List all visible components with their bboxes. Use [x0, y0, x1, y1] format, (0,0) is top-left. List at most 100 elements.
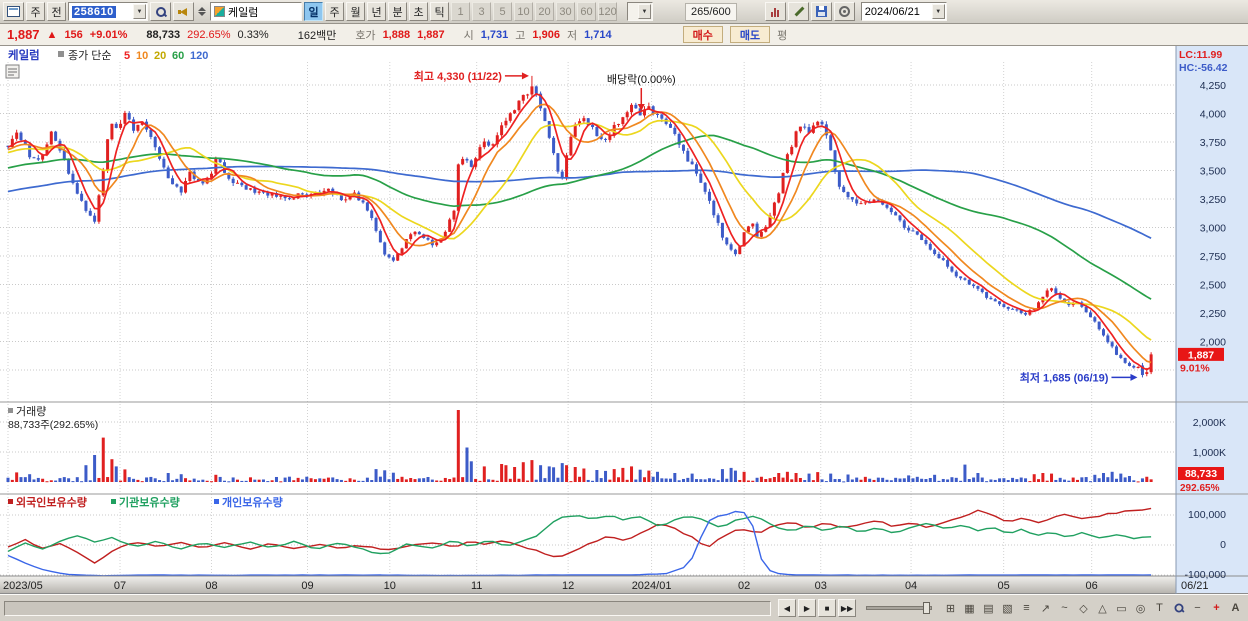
svg-text:외국인보유수량: 외국인보유수량: [16, 495, 87, 509]
svg-text:10: 10: [384, 580, 396, 592]
volume-ratio: 292.65%: [187, 28, 231, 41]
svg-text:88,733: 88,733: [1185, 468, 1217, 480]
volume-value: 88,733: [146, 28, 181, 41]
chart-settings-button[interactable]: [833, 2, 855, 21]
scroll-left-button[interactable]: ◀: [778, 599, 796, 617]
svg-text:1,887: 1,887: [1188, 349, 1214, 361]
search-button[interactable]: [150, 2, 171, 21]
zoom-out-button[interactable]: −: [1189, 599, 1206, 617]
date-value: 2024/06/21: [864, 5, 920, 18]
pane-layout-icon[interactable]: ⊞: [942, 599, 959, 617]
period-minute-button[interactable]: 분: [388, 2, 407, 21]
period-month-button[interactable]: 월: [346, 2, 365, 21]
svg-text:1,000K: 1,000K: [1193, 447, 1226, 459]
zoom-in-button[interactable]: +: [1208, 599, 1225, 617]
stop-button[interactable]: ■: [818, 599, 836, 617]
interval-20-button[interactable]: 20: [535, 2, 554, 21]
scroll-end-button[interactable]: ▶▶: [838, 599, 856, 617]
magnifier-button[interactable]: [1170, 599, 1187, 617]
chart-style-dropdown-arrow-icon[interactable]: ▼: [638, 4, 651, 19]
hatch-icon[interactable]: ▧: [999, 599, 1016, 617]
target-tool-icon[interactable]: ◎: [1132, 599, 1149, 617]
zoom-slider-thumb[interactable]: [923, 602, 930, 614]
sell-button[interactable]: 매도: [729, 26, 771, 43]
high-annotation-label: 최고 4,330 (11/22): [414, 69, 502, 83]
stock-logo-icon: [214, 6, 225, 17]
interval-5-button[interactable]: 5: [493, 2, 512, 21]
svg-text:07: 07: [114, 580, 126, 592]
save-chart-button[interactable]: [810, 2, 832, 21]
svg-text:케일럼: 케일럼: [8, 48, 40, 62]
legend-settings-icon[interactable]: [5, 64, 20, 79]
period-week-button[interactable]: 주: [325, 2, 344, 21]
period-day-button[interactable]: 일: [304, 2, 323, 21]
text-tool-icon[interactable]: T: [1151, 599, 1168, 617]
hoga-label: 호가: [355, 29, 376, 42]
wave-icon[interactable]: ~: [1056, 599, 1073, 617]
svg-text:09: 09: [301, 580, 313, 592]
svg-text:2023/05: 2023/05: [3, 580, 43, 592]
hscroll-track[interactable]: [4, 600, 771, 616]
rect-tool-icon[interactable]: ▭: [1113, 599, 1130, 617]
change-value: 156: [64, 28, 83, 41]
buy-button[interactable]: 매수: [682, 26, 723, 43]
change-direction-icon: ▲: [46, 28, 58, 41]
chart-plot-background[interactable]: [0, 46, 1176, 594]
svg-text:03: 03: [815, 580, 827, 592]
list-icon[interactable]: ≡: [1018, 599, 1035, 617]
diamond-tool-icon[interactable]: ◇: [1075, 599, 1092, 617]
interval-60-button[interactable]: 60: [577, 2, 596, 21]
change-percent: +9.01%: [89, 28, 128, 41]
stock-week-button[interactable]: 주: [26, 2, 45, 21]
svg-text:3,250: 3,250: [1200, 194, 1226, 206]
stock-spinner[interactable]: [196, 2, 208, 21]
svg-text:2,000: 2,000: [1200, 337, 1226, 349]
interval-120-button[interactable]: 120: [598, 2, 617, 21]
save-icon: [815, 6, 827, 17]
stock-code-input[interactable]: 258610 ▼: [68, 2, 148, 21]
spin-up-icon: [198, 7, 206, 11]
pencil-icon: [793, 6, 804, 17]
period-tick-button[interactable]: 틱: [430, 2, 449, 21]
rows-icon[interactable]: ▤: [980, 599, 997, 617]
trendline-icon[interactable]: ↗: [1037, 599, 1054, 617]
svg-text:3,500: 3,500: [1200, 166, 1226, 178]
chart-window-button[interactable]: [3, 2, 24, 21]
interval-30-button[interactable]: 30: [556, 2, 575, 21]
triangle-tool-icon[interactable]: △: [1094, 599, 1111, 617]
interval-3-button[interactable]: 3: [472, 2, 491, 21]
grid-icon[interactable]: ▦: [961, 599, 978, 617]
svg-text:9.01%: 9.01%: [1180, 362, 1210, 374]
svg-text:88,733주(292.65%): 88,733주(292.65%): [8, 419, 98, 431]
period-second-button[interactable]: 초: [409, 2, 428, 21]
bar-style-button[interactable]: [764, 2, 786, 21]
svg-text:4,000: 4,000: [1200, 109, 1226, 121]
auto-scale-button[interactable]: A: [1227, 599, 1244, 617]
hc-value: HC:-56.42: [1179, 62, 1228, 74]
chart-style-dropdown[interactable]: ▼: [627, 2, 653, 21]
draw-tool-button[interactable]: [787, 2, 809, 21]
open-price: 1,731: [480, 28, 509, 41]
interval-1-button[interactable]: 1: [451, 2, 470, 21]
svg-text:20: 20: [154, 50, 166, 62]
svg-text:02: 02: [738, 580, 750, 592]
date-dropdown-arrow-icon[interactable]: ▼: [931, 4, 945, 19]
period-year-button[interactable]: 년: [367, 2, 386, 21]
chart-window-icon: [7, 6, 20, 17]
svg-text:2024/01: 2024/01: [632, 580, 672, 592]
bid-price: 1,887: [417, 28, 445, 41]
scroll-right-button[interactable]: ▶: [798, 599, 816, 617]
announce-button[interactable]: [173, 2, 194, 21]
zoom-slider[interactable]: [866, 602, 932, 614]
interval-10-button[interactable]: 10: [514, 2, 533, 21]
svg-text:0: 0: [1220, 539, 1226, 551]
candle-counter: 265/600: [685, 2, 737, 21]
stock-jeon-button[interactable]: 전: [47, 2, 66, 21]
svg-text:기관보유수량: 기관보유수량: [119, 495, 180, 509]
current-price: 1,887: [7, 27, 40, 42]
code-dropdown-arrow-icon[interactable]: ▼: [133, 4, 146, 19]
date-picker[interactable]: 2024/06/21 ▼: [860, 2, 947, 21]
chart-area[interactable]: 케일럼 종가 단순 5 10 20 60 120 거래량 88,733주(292.65%) 외국인…: [0, 46, 1248, 594]
high-label: 고: [515, 29, 526, 42]
stock-chart[interactable]: 케일럼 종가 단순 5 10 20 60 120거래량88,733주(292.65%)외국인…: [0, 46, 1248, 594]
